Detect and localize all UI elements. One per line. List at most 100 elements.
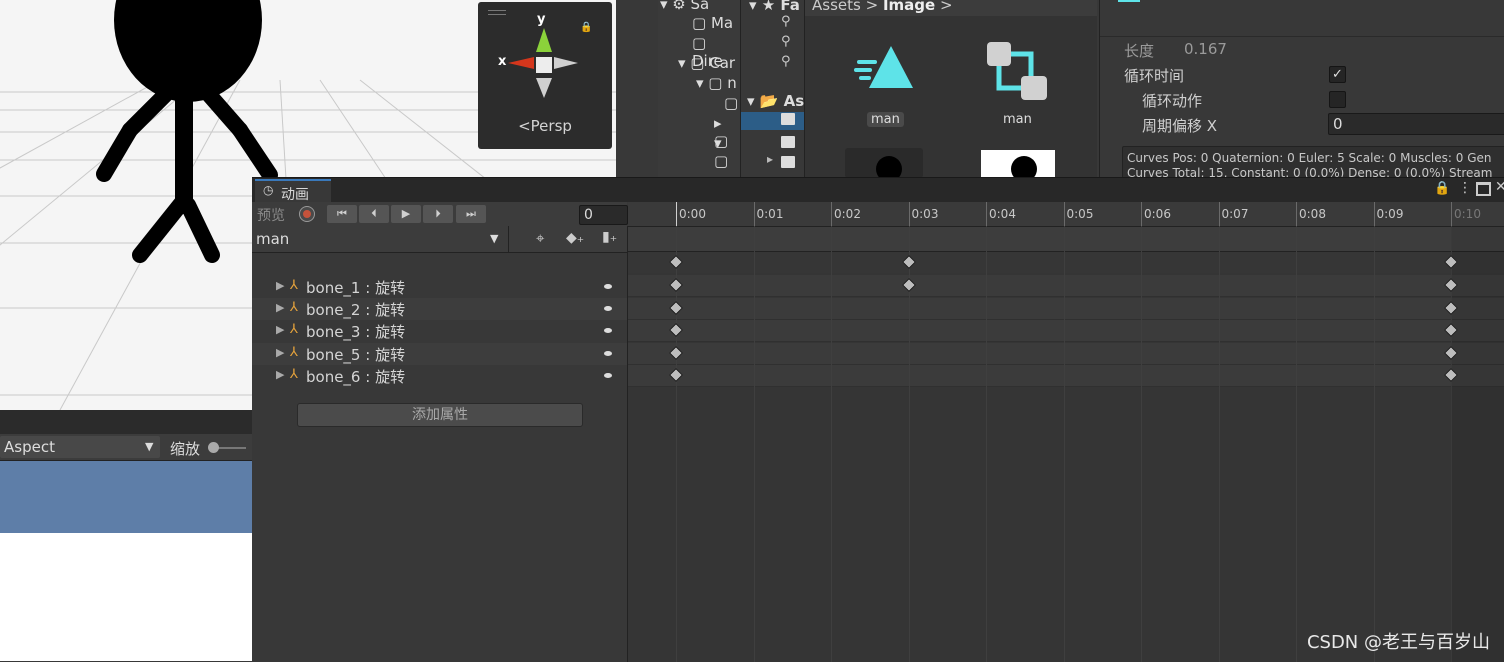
property-options-icon[interactable] bbox=[604, 373, 612, 378]
tab-animation[interactable]: ◷ 动画 bbox=[255, 179, 331, 204]
grid-line bbox=[986, 226, 987, 662]
search-icon[interactable]: ⚲ bbox=[781, 14, 791, 29]
ruler-tick-label: 0:00 bbox=[679, 207, 706, 221]
chevron-down-icon: ▼ bbox=[145, 440, 154, 453]
ruler-tick-label: 0:07 bbox=[1221, 207, 1249, 221]
length-label: 长度 bbox=[1124, 42, 1155, 60]
ruler-tick bbox=[1373, 202, 1375, 226]
property-options-icon[interactable] bbox=[604, 284, 612, 289]
asset-label[interactable]: man bbox=[867, 112, 904, 127]
add-keyframe-icon[interactable]: ◆₊ bbox=[566, 230, 584, 246]
asset-thumbnail[interactable] bbox=[845, 148, 923, 177]
chevron-down-icon: ▼ bbox=[490, 232, 499, 245]
hierarchy-item[interactable]: ▾ ▢ n bbox=[696, 74, 737, 92]
clip-icon bbox=[1118, 0, 1140, 2]
loop-time-label: 循环时间 bbox=[1124, 67, 1185, 85]
close-icon[interactable]: ✕ bbox=[1495, 179, 1504, 195]
zoom-slider-handle[interactable] bbox=[208, 442, 219, 453]
search-icon[interactable]: ⚲ bbox=[781, 34, 791, 49]
breadcrumb-assets[interactable]: Assets bbox=[812, 0, 861, 14]
time-ruler[interactable]: 0:00 0:01 0:02 0:03 0:04 0:05 0:06 0:07 0:08 0:09… bbox=[628, 202, 1504, 227]
length-value: 0.167 bbox=[1184, 40, 1227, 58]
loop-pose-checkbox[interactable] bbox=[1329, 91, 1346, 108]
next-frame-button[interactable]: ⏵ bbox=[423, 205, 453, 223]
transform-icon: ⅄ bbox=[290, 322, 298, 337]
hierarchy-item[interactable]: ▾ ⚙ Sa bbox=[660, 0, 709, 13]
transform-icon: ⅄ bbox=[290, 278, 298, 293]
hierarchy-item[interactable]: ▢ Ma bbox=[692, 14, 733, 32]
asset-label[interactable]: man bbox=[1003, 112, 1032, 127]
project-assets: Assets > Image > man man bbox=[804, 0, 1097, 177]
ruler-tick bbox=[1063, 202, 1065, 226]
cycle-offset-field[interactable]: 0 bbox=[1328, 113, 1504, 135]
property-options-icon[interactable] bbox=[604, 351, 612, 356]
persp-toggle[interactable]: <Persp bbox=[478, 117, 612, 135]
expand-arrow-icon[interactable]: ▸ bbox=[767, 152, 773, 166]
assets-folder[interactable]: ▾ 📂 As bbox=[747, 92, 804, 110]
add-event-icon[interactable]: ▮₊ bbox=[602, 229, 617, 245]
keyframe-filter-icon[interactable]: ⌖ bbox=[536, 229, 544, 247]
zoom-label: 缩放 bbox=[170, 440, 201, 458]
folder-icon[interactable] bbox=[781, 136, 795, 148]
asset-item-animation[interactable] bbox=[851, 40, 931, 100]
property-label: bone_5 : 旋转 bbox=[306, 346, 406, 364]
expand-arrow-icon[interactable]: ▶ bbox=[276, 301, 284, 314]
folder-selected[interactable] bbox=[741, 112, 805, 130]
scene-gizmo[interactable]: 🔒 y x <Persp bbox=[478, 2, 612, 149]
hierarchy-item[interactable]: ▾ ▢ Car bbox=[678, 54, 735, 72]
property-label: bone_3 : 旋转 bbox=[306, 323, 406, 341]
asset-item-controller[interactable] bbox=[985, 40, 1049, 104]
frame-field[interactable]: 0 bbox=[579, 205, 628, 225]
property-row[interactable]: ▶ ⅄ bone_5 : 旋转 bbox=[252, 343, 627, 365]
ruler-tick-label: 0:06 bbox=[1144, 207, 1171, 221]
expand-arrow-icon[interactable]: ▶ bbox=[276, 368, 284, 381]
property-row[interactable]: ▶ ⅄ bone_3 : 旋转 bbox=[252, 320, 627, 342]
ruler-tick bbox=[1296, 202, 1297, 226]
asset-thumbnail[interactable] bbox=[981, 150, 1055, 177]
transform-icon: ⅄ bbox=[290, 367, 298, 382]
clip-dropdown[interactable]: man ▼ bbox=[252, 228, 504, 250]
add-property-button[interactable]: 添加属性 bbox=[297, 403, 583, 427]
property-options-icon[interactable] bbox=[604, 306, 612, 311]
dopesheet[interactable]: 0:00 0:01 0:02 0:03 0:04 0:05 0:06 0:07 0:08 0:09… bbox=[628, 202, 1504, 662]
animation-clip-icon bbox=[854, 46, 913, 88]
preview-button[interactable]: 预览 bbox=[257, 205, 285, 225]
ruler-tick bbox=[908, 202, 910, 226]
hierarchy-item[interactable]: ▾ ▢ bbox=[714, 134, 740, 170]
record-button[interactable] bbox=[299, 206, 315, 222]
expand-arrow-icon[interactable]: ▶ bbox=[276, 279, 284, 292]
gizmo-x-label: x bbox=[498, 54, 507, 69]
breadcrumb: Assets > Image > bbox=[812, 0, 953, 14]
folder-icon bbox=[781, 113, 795, 125]
project-tree: ▾ ★ Fa ⚲ ⚲ ⚲ ▾ 📂 As ▸ bbox=[740, 0, 805, 177]
hierarchy-panel: ▾ ⚙ Sa ▢ Ma ▢ Dire ▾ ▢ Car ▾ ▢ n ▢ ▸ ▢ ▾… bbox=[616, 0, 740, 177]
search-icon[interactable]: ⚲ bbox=[781, 54, 791, 69]
property-options-icon[interactable] bbox=[604, 328, 612, 333]
aspect-dropdown[interactable]: Aspect ▼ bbox=[0, 436, 160, 458]
property-row[interactable]: ▶ ⅄ bone_2 : 旋转 bbox=[252, 298, 627, 320]
maximize-icon[interactable] bbox=[1476, 182, 1491, 196]
grid-line bbox=[1141, 226, 1142, 662]
lock-icon[interactable]: 🔒 bbox=[1434, 181, 1450, 196]
property-row[interactable]: ▶ ⅄ bone_6 : 旋转 bbox=[252, 365, 627, 387]
grid-line bbox=[1373, 226, 1375, 662]
folder-icon[interactable] bbox=[781, 156, 795, 168]
favorites-header[interactable]: ▾ ★ Fa bbox=[749, 0, 800, 14]
property-label: bone_1 : 旋转 bbox=[306, 279, 406, 297]
transform-icon: ⅄ bbox=[290, 345, 298, 360]
property-label: bone_2 : 旋转 bbox=[306, 301, 406, 319]
expand-arrow-icon[interactable]: ▶ bbox=[276, 346, 284, 359]
breadcrumb-image[interactable]: Image bbox=[883, 0, 935, 14]
property-row[interactable]: ▶ ⅄ bone_1 : 旋转 bbox=[252, 276, 627, 298]
ruler-tick-label: 0:10 bbox=[1454, 207, 1481, 221]
play-button[interactable]: ▶ bbox=[391, 205, 421, 223]
hierarchy-item[interactable]: ▢ bbox=[724, 94, 738, 112]
loop-time-checkbox[interactable]: ✓ bbox=[1329, 66, 1346, 83]
more-menu-icon[interactable]: ⋮ bbox=[1458, 180, 1472, 196]
first-frame-button[interactable]: ⏮ bbox=[327, 205, 357, 223]
last-frame-button[interactable]: ⏭ bbox=[456, 205, 486, 223]
expand-arrow-icon[interactable]: ▶ bbox=[276, 323, 284, 336]
curves-info-line: Curves Total: 15, Constant: 0 (0.0%) Den… bbox=[1127, 166, 1493, 177]
watermark: CSDN @老王与百岁山 bbox=[1306, 632, 1490, 653]
prev-frame-button[interactable]: ⏴ bbox=[359, 205, 389, 223]
